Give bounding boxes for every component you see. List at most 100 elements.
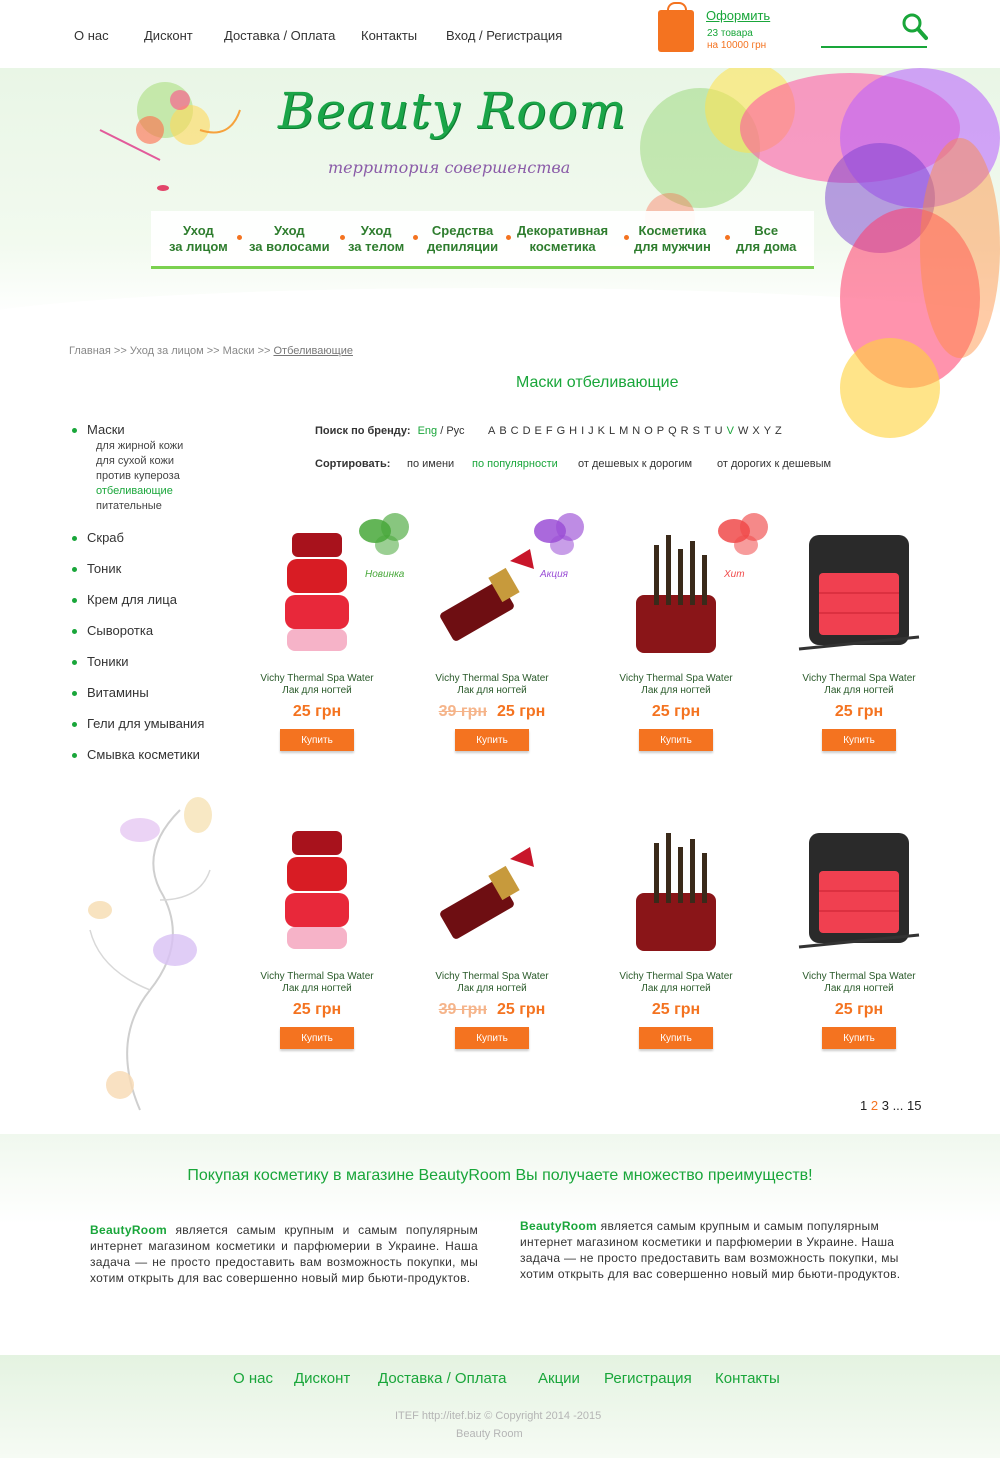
buy-button[interactable]: Купить bbox=[280, 1027, 354, 1049]
product-image[interactable] bbox=[789, 823, 929, 953]
sidebar-item[interactable]: Тоник bbox=[72, 561, 242, 576]
sidebar-item[interactable]: Смывка косметики bbox=[72, 747, 242, 762]
page-last[interactable]: 15 bbox=[907, 1098, 921, 1113]
buy-button[interactable]: Купить bbox=[822, 1027, 896, 1049]
cart-bag-icon[interactable] bbox=[658, 2, 694, 52]
sidebar-item[interactable]: Крем для лица bbox=[72, 592, 242, 607]
product-subtitle: Лак для ногтей bbox=[457, 685, 527, 696]
product-card[interactable]: Vichy Thermal Spa Water Лак для ногтей 39 … bbox=[407, 823, 577, 1049]
page-3[interactable]: 3 bbox=[882, 1098, 889, 1113]
cat-decorative[interactable]: Декоративная косметика bbox=[517, 223, 608, 255]
buy-button[interactable]: Купить bbox=[455, 729, 529, 751]
sidebar-item[interactable]: Сыворотка bbox=[72, 623, 242, 638]
benefits-column-left: BeautyRoom является самым крупным и самы… bbox=[90, 1223, 478, 1285]
footer-brand: Beauty Room bbox=[456, 1428, 523, 1440]
product-name[interactable]: Vichy Thermal Spa Water bbox=[407, 971, 577, 983]
site-logo[interactable]: Beauty Room bbox=[278, 82, 627, 140]
footer-register[interactable]: Регистрация bbox=[604, 1370, 692, 1387]
footer-about[interactable]: О нас bbox=[233, 1370, 273, 1387]
product-card[interactable]: Vichy Thermal Spa Water Лак для ногтей 25 … bbox=[591, 823, 761, 1049]
product-image[interactable] bbox=[606, 823, 746, 953]
lang-rus[interactable]: Рус bbox=[446, 425, 464, 437]
sidebar-item[interactable]: Тоники bbox=[72, 654, 242, 669]
product-subtitle: Лак для ногтей bbox=[282, 685, 352, 696]
product-image[interactable] bbox=[789, 525, 929, 655]
product-card[interactable]: Vichy Thermal Spa Water Лак для ногтей 25 … bbox=[774, 525, 944, 751]
product-subtitle: Лак для ногтей bbox=[824, 983, 894, 994]
product-name[interactable]: Vichy Thermal Spa Water bbox=[407, 673, 577, 685]
sidebar-subitem[interactable]: питательные bbox=[72, 499, 242, 514]
buy-button[interactable]: Купить bbox=[280, 729, 354, 751]
sidebar-item[interactable]: Гели для умывания bbox=[72, 716, 242, 731]
page-1[interactable]: 1 bbox=[860, 1098, 867, 1113]
checkout-link[interactable]: Оформить bbox=[706, 8, 770, 23]
footer-delivery[interactable]: Доставка / Оплата bbox=[378, 1370, 507, 1387]
lang-eng[interactable]: Eng bbox=[418, 425, 438, 437]
topnav-contacts[interactable]: Контакты bbox=[361, 28, 417, 43]
footer-promotions[interactable]: Акции bbox=[538, 1370, 580, 1387]
topnav-delivery[interactable]: Доставка / Оплата bbox=[224, 28, 335, 43]
sort-price-desc[interactable]: от дорогих к дешевым bbox=[717, 458, 831, 470]
product-current-price: 25 грн bbox=[497, 703, 546, 720]
sidebar-subitem-active[interactable]: отбеливающие bbox=[72, 484, 242, 499]
topnav-about[interactable]: О нас bbox=[74, 28, 109, 43]
product-card[interactable]: Новинка Vichy Thermal Spa Water Лак для но… bbox=[232, 513, 409, 751]
sort-by-name[interactable]: по имени bbox=[407, 458, 454, 470]
product-badge: Новинка bbox=[365, 569, 405, 580]
product-name[interactable]: Vichy Thermal Spa Water bbox=[232, 673, 402, 685]
buy-button[interactable]: Купить bbox=[639, 1027, 713, 1049]
breadcrumb-current[interactable]: Отбеливающие bbox=[273, 345, 353, 357]
footer-contacts[interactable]: Контакты bbox=[715, 1370, 780, 1387]
product-card[interactable]: Акция Vichy Thermal Spa Water Лак для ногт… bbox=[407, 513, 584, 751]
product-card[interactable]: Vichy Thermal Spa Water Лак для ногтей 25 … bbox=[774, 823, 944, 1049]
product-name[interactable]: Vichy Thermal Spa Water bbox=[591, 673, 761, 685]
cat-men[interactable]: Косметика для мужчин bbox=[634, 223, 711, 255]
sort-price-asc[interactable]: от дешевых к дорогим bbox=[578, 458, 692, 470]
product-price: 25 грн bbox=[232, 1001, 402, 1019]
cat-body[interactable]: Уход за телом bbox=[348, 223, 404, 255]
search-icon[interactable] bbox=[902, 13, 928, 41]
flower-face-illustration bbox=[99, 82, 241, 191]
sidebar-item[interactable]: Скраб bbox=[72, 530, 242, 545]
product-name[interactable]: Vichy Thermal Spa Water bbox=[774, 971, 944, 983]
cat-home[interactable]: Все для дома bbox=[736, 223, 796, 255]
buy-button[interactable]: Купить bbox=[455, 1027, 529, 1049]
product-price: 39 грн 25 грн bbox=[407, 1001, 577, 1019]
topnav-login[interactable]: Вход / Регистрация bbox=[446, 28, 562, 43]
product-image[interactable]: Новинка bbox=[247, 513, 409, 655]
sort-label: Сортировать: bbox=[315, 458, 391, 470]
cart-info: 23 товара на 10000 грн bbox=[707, 28, 766, 52]
breadcrumb-path[interactable]: Главная >> Уход за лицом >> Маски >> bbox=[69, 345, 273, 357]
product-current-price: 25 грн bbox=[497, 1001, 546, 1018]
product-image[interactable] bbox=[422, 823, 562, 953]
product-old-price: 39 грн bbox=[438, 1001, 487, 1018]
product-image[interactable]: Акция bbox=[422, 513, 584, 655]
product-card[interactable]: Хит Vichy Thermal Spa Water Лак для ногтей… bbox=[591, 513, 768, 751]
product-image[interactable]: Хит bbox=[606, 513, 768, 655]
sidebar-subitem[interactable]: против купероза bbox=[72, 469, 242, 484]
search-input[interactable] bbox=[821, 46, 927, 48]
cat-face[interactable]: Уход за лицом bbox=[169, 223, 228, 255]
cat-hair[interactable]: Уход за волосами bbox=[249, 223, 330, 255]
brand-filter-label: Поиск по бренду: bbox=[315, 425, 411, 437]
footer-discount[interactable]: Дисконт bbox=[294, 1370, 350, 1387]
topnav-discount[interactable]: Дисконт bbox=[144, 28, 193, 43]
product-name[interactable]: Vichy Thermal Spa Water bbox=[774, 673, 944, 685]
product-name[interactable]: Vichy Thermal Spa Water bbox=[232, 971, 402, 983]
product-badge: Хит bbox=[724, 569, 745, 580]
product-subtitle: Лак для ногтей bbox=[641, 685, 711, 696]
buy-button[interactable]: Купить bbox=[822, 729, 896, 751]
brand-letters[interactable]: ABCDEFGHIJKLMNOPQRSTUVWXYZ bbox=[488, 425, 786, 437]
cat-depilation[interactable]: Средства депиляции bbox=[427, 223, 498, 255]
product-card[interactable]: Vichy Thermal Spa Water Лак для ногтей 25 … bbox=[232, 823, 402, 1049]
product-name[interactable]: Vichy Thermal Spa Water bbox=[591, 971, 761, 983]
sort-by-popularity[interactable]: по популярности bbox=[472, 458, 558, 470]
buy-button[interactable]: Купить bbox=[639, 729, 713, 751]
sidebar-item[interactable]: Витамины bbox=[72, 685, 242, 700]
product-image[interactable] bbox=[247, 823, 387, 953]
sidebar-subitem[interactable]: для жирной кожи bbox=[72, 439, 242, 454]
sidebar-item-masks[interactable]: Маски bbox=[72, 422, 242, 437]
page-2[interactable]: 2 bbox=[871, 1098, 878, 1113]
lang-sep: / bbox=[437, 425, 447, 437]
sidebar-subitem[interactable]: для сухой кожи bbox=[72, 454, 242, 469]
